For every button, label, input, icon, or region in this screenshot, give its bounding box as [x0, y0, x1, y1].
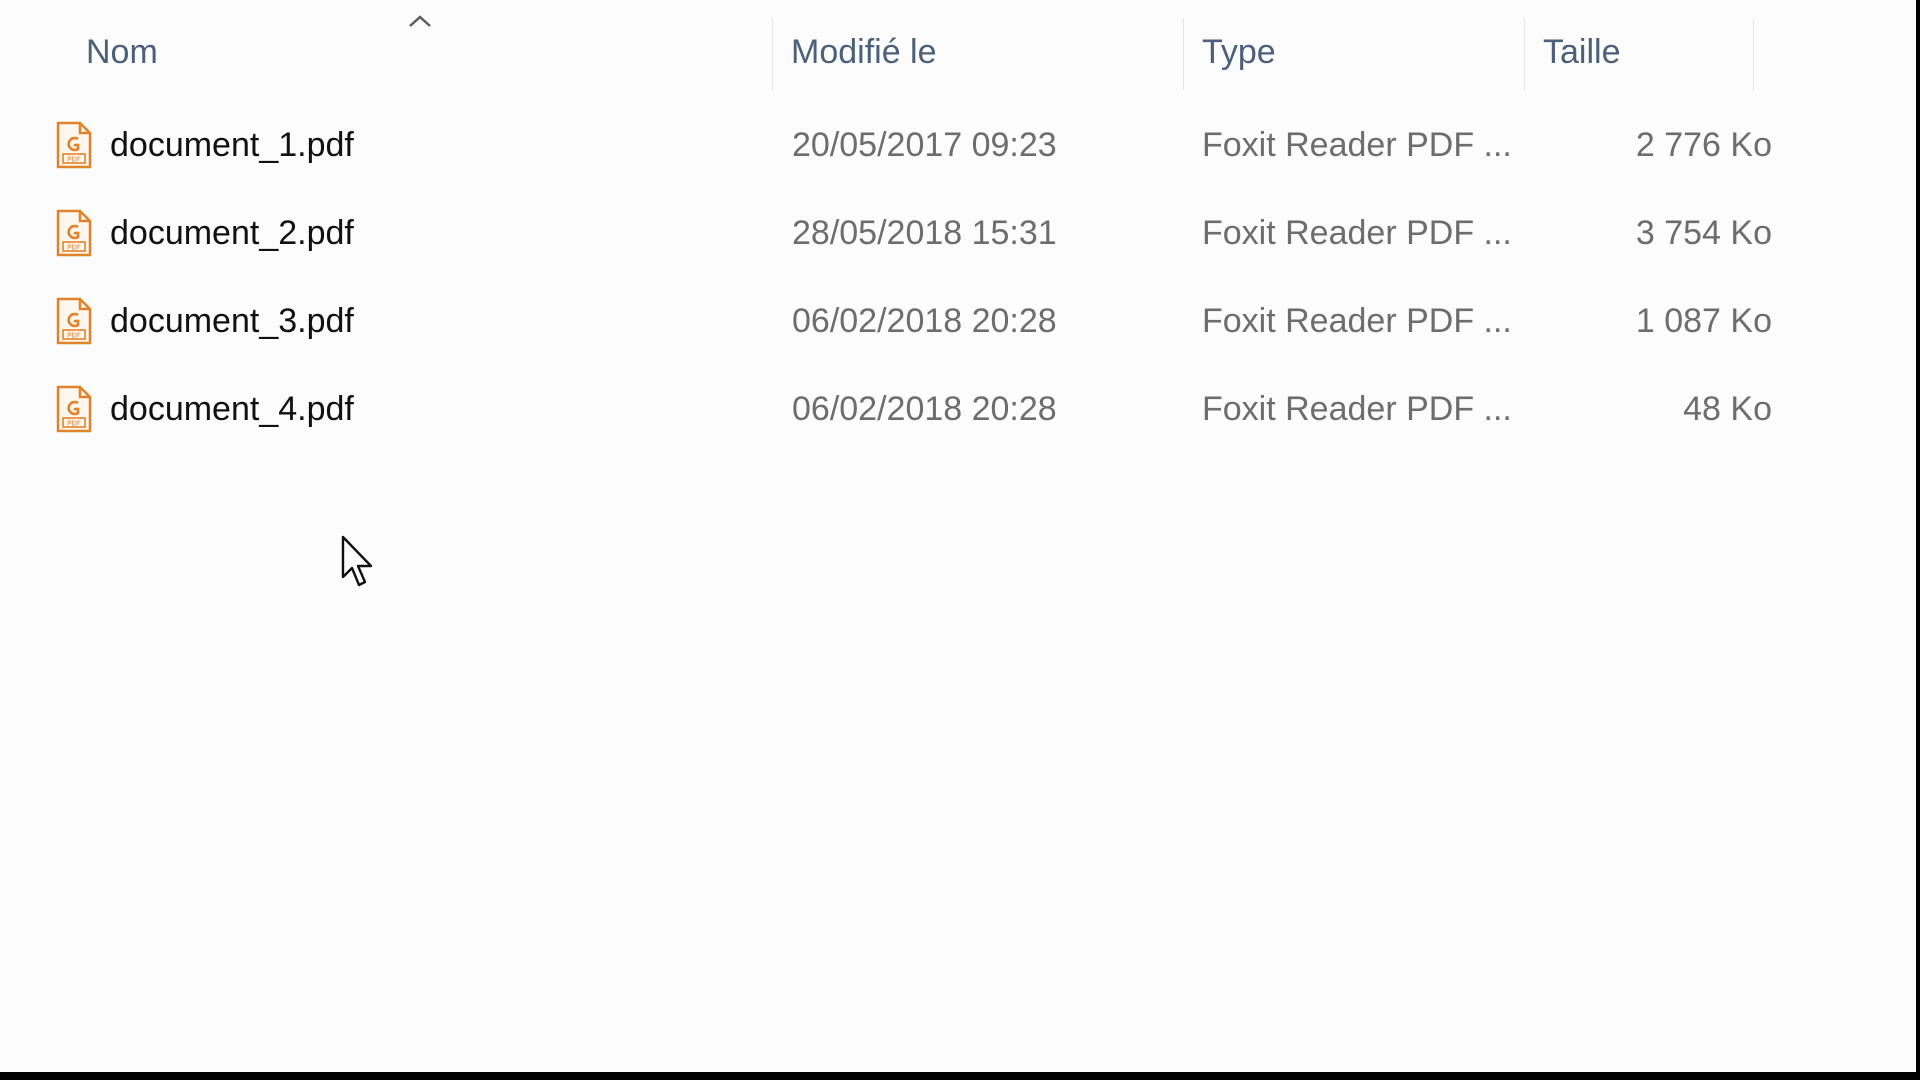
- file-size: 2 776 Ko: [1635, 125, 1772, 164]
- file-name-cell: PDF document_3.pdf: [56, 278, 354, 364]
- window-edge: [1916, 0, 1920, 1080]
- column-header-name-label: Nom: [86, 32, 158, 71]
- screen: Nom Modifié le Type Taille PDF document_…: [0, 0, 1920, 1080]
- file-modified-date: 06/02/2018 20:28: [792, 389, 1057, 428]
- svg-text:PDF: PDF: [67, 244, 81, 252]
- column-header-modified-label: Modifié le: [791, 32, 937, 71]
- column-header-type-label: Type: [1202, 32, 1276, 71]
- file-name-cell: PDF document_1.pdf: [56, 102, 354, 188]
- svg-text:PDF: PDF: [67, 420, 81, 428]
- column-header-size[interactable]: Taille: [1525, 0, 1753, 92]
- window-bottom-edge: [0, 1072, 1920, 1080]
- file-row[interactable]: PDF document_4.pdf 06/02/2018 20:28 Foxi…: [40, 366, 1772, 452]
- file-name: document_1.pdf: [110, 125, 354, 164]
- pdf-file-icon: PDF: [56, 385, 92, 433]
- file-row[interactable]: PDF document_1.pdf 20/05/2017 09:23 Foxi…: [40, 102, 1772, 188]
- column-divider[interactable]: [1753, 18, 1754, 90]
- file-name-cell: PDF document_4.pdf: [56, 366, 354, 452]
- svg-text:PDF: PDF: [67, 156, 81, 164]
- column-header-type[interactable]: Type: [1184, 0, 1524, 92]
- file-row[interactable]: PDF document_3.pdf 06/02/2018 20:28 Foxi…: [40, 278, 1772, 364]
- file-modified-date: 06/02/2018 20:28: [792, 301, 1057, 340]
- file-size: 1 087 Ko: [1635, 301, 1772, 340]
- file-modified-date: 28/05/2018 15:31: [792, 213, 1057, 252]
- svg-text:PDF: PDF: [67, 332, 81, 340]
- column-header-modified[interactable]: Modifié le: [773, 0, 1183, 92]
- file-size: 48 Ko: [1683, 389, 1772, 428]
- file-row[interactable]: PDF document_2.pdf 28/05/2018 15:31 Foxi…: [40, 190, 1772, 276]
- file-name: document_3.pdf: [110, 301, 354, 340]
- file-name: document_4.pdf: [110, 389, 354, 428]
- file-size: 3 754 Ko: [1635, 213, 1772, 252]
- pdf-file-icon: PDF: [56, 297, 92, 345]
- file-explorer-list-view: Nom Modifié le Type Taille PDF document_…: [0, 0, 1916, 1072]
- chevron-up-icon: [409, 15, 431, 27]
- column-header-name[interactable]: Nom: [40, 0, 770, 92]
- file-modified-date: 20/05/2017 09:23: [792, 125, 1057, 164]
- file-name-cell: PDF document_2.pdf: [56, 190, 354, 276]
- pdf-file-icon: PDF: [56, 121, 92, 169]
- pdf-file-icon: PDF: [56, 209, 92, 257]
- mouse-pointer-icon: [341, 535, 373, 587]
- column-header-size-label: Taille: [1543, 32, 1621, 71]
- file-name: document_2.pdf: [110, 213, 354, 252]
